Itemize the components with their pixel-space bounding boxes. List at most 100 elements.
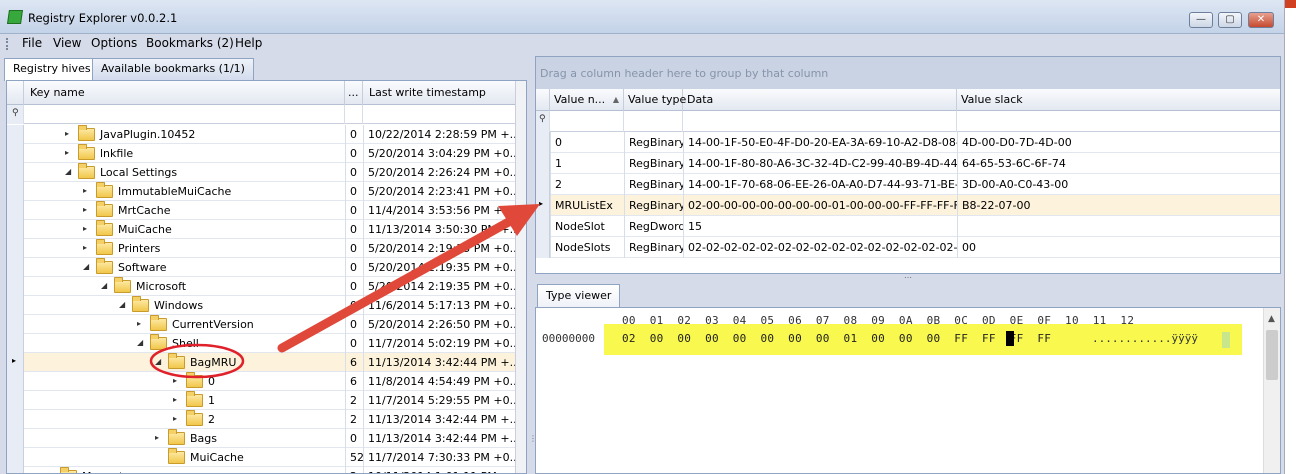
expand-arrow-icon[interactable]: ▸	[173, 414, 177, 423]
tree-row[interactable]: ▸ ◢ BagMRU 6 11/13/2014 3:42:44 PM +...	[7, 353, 526, 372]
collapse-arrow-icon[interactable]: ◢	[65, 167, 71, 176]
key-name: 1	[208, 394, 215, 407]
subkey-count: 0	[345, 163, 363, 182]
value-slack: 64-65-53-6C-6F-74	[957, 153, 1280, 174]
value-row[interactable]: 0 RegBinary 14-00-1F-50-E0-4F-D0-20-EA-3A-…	[536, 132, 1280, 153]
expand-arrow-icon[interactable]: ▸	[83, 205, 87, 214]
collapse-arrow-icon[interactable]: ◢	[155, 357, 161, 366]
collapse-arrow-icon[interactable]: ◢	[83, 262, 89, 271]
expand-arrow-icon[interactable]: ▸	[173, 395, 177, 404]
filter-count[interactable]	[345, 105, 363, 124]
close-button[interactable]: ✕	[1248, 12, 1274, 28]
hex-bytes[interactable]: 02 00 00 00 00 00 00 00 01 00 00 00 FF F…	[622, 332, 1051, 345]
horizontal-splitter[interactable]: ⋯	[535, 274, 1281, 282]
tree-row[interactable]: ◢ Software 0 5/20/2014 2:19:35 PM +0...	[7, 258, 526, 277]
col-header-data[interactable]: Data	[683, 89, 957, 111]
expand-arrow-icon[interactable]: ▸	[155, 433, 159, 442]
col-header-value-type[interactable]: Value type	[624, 89, 686, 111]
title-bar: Registry Explorer v0.0.2.1 — ▢ ✕	[0, 0, 1296, 34]
tree-row[interactable]: ▸ JavaPlugin.10452 0 10/22/2014 2:28:59 PM …	[7, 125, 526, 144]
value-data: 14-00-1F-80-80-A6-3C-32-4D-C2-99-40-B9-4…	[683, 153, 957, 174]
expand-arrow-icon[interactable]: ▸	[83, 186, 87, 195]
row-indicator	[7, 372, 24, 391]
tab-registry-hives[interactable]: Registry hives	[4, 58, 100, 81]
tree-row[interactable]: ▸ 2 2 11/13/2014 3:42:44 PM +...	[7, 410, 526, 429]
menu-view[interactable]: View	[51, 36, 83, 50]
tab-type-viewer[interactable]: Type viewer	[537, 284, 621, 308]
folder-icon	[96, 258, 113, 274]
hex-offset: 00000000	[542, 332, 595, 345]
expand-arrow-icon[interactable]: ▸	[83, 243, 87, 252]
expand-arrow-icon[interactable]: ▸	[83, 224, 87, 233]
expand-arrow-icon[interactable]: ▸	[65, 129, 69, 138]
tree-row[interactable]: MuiCache 52 11/7/2014 7:30:33 PM +0...	[7, 448, 526, 467]
menu-bookmarks[interactable]: Bookmarks (2)	[144, 36, 236, 50]
tree-row[interactable]: ▸ MrtCache 0 11/4/2014 3:53:56 PM +0...	[7, 201, 526, 220]
row-indicator	[7, 467, 24, 473]
row-indicator	[7, 315, 24, 334]
tree-row[interactable]: ▸ Bags 0 11/13/2014 3:42:44 PM +...	[7, 429, 526, 448]
tree-row[interactable]: ▸ 0 6 11/8/2014 4:54:49 PM +0...	[7, 372, 526, 391]
expand-arrow-icon[interactable]: ▸	[137, 319, 141, 328]
restore-button[interactable]: ▢	[1218, 12, 1242, 28]
tree-row[interactable]: ▸ CurrentVersion 0 5/20/2014 2:26:50 PM +0.…	[7, 315, 526, 334]
scroll-thumb[interactable]	[1266, 330, 1278, 380]
filter-key-name[interactable]	[24, 105, 345, 124]
tree-row[interactable]: ▸ MuiCache 0 11/13/2014 3:50:30 PM +...	[7, 220, 526, 239]
folder-icon	[168, 353, 185, 369]
value-row[interactable]: 1 RegBinary 14-00-1F-80-80-A6-3C-32-4D-C2-…	[536, 153, 1280, 174]
tree-row[interactable]: ▸ Printers 0 5/20/2014 2:19:35 PM +0...	[7, 239, 526, 258]
tab-available-bookmarks[interactable]: Available bookmarks (1/1)	[92, 58, 254, 80]
tree-row[interactable]: ▸ lnkfile 0 5/20/2014 3:04:29 PM +0...	[7, 144, 526, 163]
col-header-count[interactable]: ...	[345, 81, 363, 105]
collapse-arrow-icon[interactable]: ◢	[101, 281, 107, 290]
menu-options[interactable]: Options	[89, 36, 139, 50]
subkey-count: 0	[345, 429, 363, 448]
hex-viewer[interactable]: 00 01 02 03 04 05 06 07 08 09 0A 0B 0C 0…	[535, 307, 1281, 474]
row-indicator	[7, 258, 24, 277]
col-header-last-write[interactable]: Last write timestamp	[363, 81, 517, 105]
vertical-splitter[interactable]: ⋮	[528, 54, 537, 474]
col-header-value-slack[interactable]: Value slack	[957, 89, 1280, 111]
tree-row[interactable]: ▸ ImmutableMuiCache 0 5/20/2014 2:23:41 PM …	[7, 182, 526, 201]
registry-tree-grid: Key name ... Last write timestamp ⚲ ▸ Jav…	[6, 80, 527, 474]
col-header-value-name[interactable]: Value n... ▲	[550, 89, 624, 111]
col-header-key-name[interactable]: Key name	[24, 81, 345, 105]
hex-scrollbar[interactable]: ▲	[1263, 308, 1280, 473]
value-slack: 00	[957, 237, 1280, 258]
expand-arrow-icon[interactable]: ▸	[173, 376, 177, 385]
tree-filter-row[interactable]: ⚲	[7, 105, 526, 124]
group-by-area[interactable]: Drag a column header here to group by th…	[536, 57, 1280, 89]
tree-row[interactable]: ◢ Microsoft 0 5/20/2014 2:19:35 PM +0...	[7, 277, 526, 296]
row-indicator	[7, 201, 24, 220]
collapse-arrow-icon[interactable]: ◢	[137, 338, 143, 347]
scroll-up-icon[interactable]: ▲	[1268, 314, 1275, 324]
row-indicator	[7, 334, 24, 353]
tree-row[interactable]: ▸ 1 2 11/7/2014 5:29:55 PM +0...	[7, 391, 526, 410]
value-row[interactable]: ▸ MRUListEx RegBinary 02-00-00-00-00-00-00-…	[536, 195, 1280, 216]
minimize-button[interactable]: —	[1189, 12, 1213, 28]
row-indicator	[7, 163, 24, 182]
value-row[interactable]: NodeSlot RegDword 15	[536, 216, 1280, 237]
collapse-arrow-icon[interactable]: ◢	[119, 300, 125, 309]
hex-ascii[interactable]: ............ÿÿÿÿ	[1092, 332, 1198, 345]
key-name: Software	[118, 261, 167, 274]
last-write-timestamp: 11/7/2014 5:02:19 PM +0...	[363, 334, 517, 353]
value-type: RegBinary	[624, 153, 683, 174]
last-write-timestamp: 11/8/2014 4:54:49 PM +0...	[363, 372, 517, 391]
tree-row[interactable]: ◢ Shell 0 11/7/2014 5:02:19 PM +0...	[7, 334, 526, 353]
tree-row[interactable]: ◢ Windows 0 11/6/2014 5:17:13 PM +0...	[7, 296, 526, 315]
value-row[interactable]: NodeSlots RegBinary 02-02-02-02-02-02-02-0…	[536, 237, 1280, 258]
folder-icon	[168, 429, 185, 445]
subkey-count: 2	[345, 391, 363, 410]
menu-file[interactable]: File	[20, 36, 44, 50]
expand-arrow-icon[interactable]: ▸	[65, 148, 69, 157]
tree-scrollbar[interactable]	[515, 81, 526, 473]
values-filter-row[interactable]: ⚲	[536, 111, 1280, 132]
value-row[interactable]: 2 RegBinary 14-00-1F-70-68-06-EE-26-0A-A0-…	[536, 174, 1280, 195]
tree-row[interactable]: ◢ Local Settings 0 5/20/2014 2:26:24 PM +0.…	[7, 163, 526, 182]
filter-last-write[interactable]	[363, 105, 517, 124]
value-type: RegBinary	[624, 237, 683, 258]
menu-help[interactable]: Help	[233, 36, 264, 50]
tree-row[interactable]: ▸Magnet210/11/2014 1:01:11 PM +...	[7, 467, 526, 473]
